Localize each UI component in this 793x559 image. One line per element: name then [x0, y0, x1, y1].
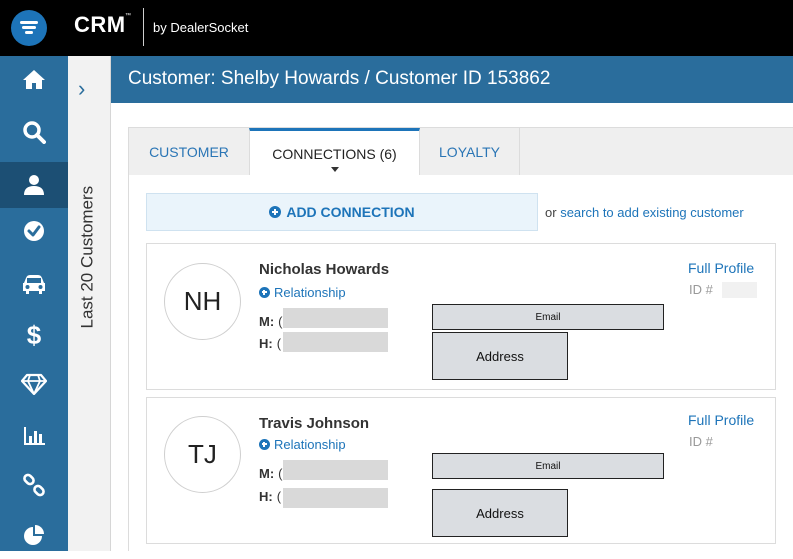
expand-panel-icon[interactable]: ›	[78, 76, 85, 102]
redacted-home	[283, 332, 388, 352]
connection-id-label: ID #	[689, 434, 713, 449]
user-icon	[24, 175, 44, 195]
redacted-home	[283, 488, 388, 508]
avatar: TJ	[164, 416, 241, 493]
redacted-mobile	[283, 308, 388, 328]
tab-connections-label: CONNECTIONS (6)	[272, 145, 397, 162]
tab-loyalty[interactable]: LOYALTY	[420, 128, 520, 176]
nav-reports[interactable]	[0, 413, 68, 459]
dollar-icon: $	[26, 319, 42, 350]
address-field: Address	[432, 489, 568, 537]
page-title: Customer: Shelby Howards / Customer ID 1…	[128, 68, 551, 89]
address-field: Address	[432, 332, 568, 380]
relationship-link[interactable]: Relationship	[259, 437, 346, 452]
connection-card: TJ Travis Johnson Relationship M: ( H: (…	[146, 397, 776, 544]
email-field: Email	[432, 453, 664, 479]
tab-connections[interactable]: CONNECTIONS (6)	[249, 128, 420, 176]
brand-trademark: ™	[125, 13, 131, 19]
tab-loyalty-label: LOYALTY	[439, 144, 500, 160]
mobile-phone-label: M:	[259, 314, 275, 329]
search-existing-text: or search to add existing customer	[545, 205, 744, 220]
connection-id-label: ID #	[689, 282, 713, 297]
full-profile-link[interactable]: Full Profile	[688, 412, 754, 428]
or-label: or	[545, 205, 557, 220]
car-icon	[23, 275, 45, 294]
top-bar: CRM ™ by DealerSocket	[0, 0, 793, 56]
nav-tasks[interactable]	[0, 208, 68, 254]
mobile-phone-label: M:	[259, 466, 275, 481]
nav-inventory[interactable]	[0, 262, 68, 308]
relationship-label: Relationship	[274, 437, 346, 452]
home-icon	[23, 70, 45, 89]
recent-customers-label[interactable]: Last 20 Customers	[78, 186, 102, 329]
relationship-label: Relationship	[274, 285, 346, 300]
mobile-phone: M: (	[259, 314, 283, 329]
connection-name[interactable]: Travis Johnson	[259, 415, 369, 432]
caret-down-icon	[330, 167, 339, 172]
nav-loyalty[interactable]	[0, 361, 68, 407]
nav-customer[interactable]	[0, 162, 68, 208]
page-header: Customer: Shelby Howards / Customer ID 1…	[111, 56, 793, 103]
email-field: Email	[432, 304, 664, 330]
plus-circle-icon	[269, 206, 282, 218]
brand-name: CRM	[74, 12, 126, 37]
plus-circle-icon	[259, 287, 270, 298]
tab-customer-label: CUSTOMER	[149, 144, 229, 160]
connection-card: NH Nicholas Howards Relationship M: ( H:…	[146, 243, 776, 390]
mobile-phone: M: (	[259, 466, 283, 481]
add-connection-label: ADD CONNECTION	[286, 204, 415, 220]
home-phone-value: (	[276, 489, 282, 504]
plus-circle-icon	[259, 439, 270, 450]
search-existing-link[interactable]: search to add existing customer	[560, 205, 744, 220]
home-phone-label: H:	[259, 489, 273, 504]
nav-deals[interactable]: $	[0, 312, 68, 358]
crm-logo-icon[interactable]	[11, 10, 47, 46]
brand-divider	[143, 8, 144, 46]
home-phone-value: (	[276, 336, 282, 351]
link-icon	[23, 473, 45, 497]
bar-chart-icon	[24, 427, 45, 445]
connection-name[interactable]: Nicholas Howards	[259, 261, 389, 278]
search-icon	[23, 121, 46, 144]
home-phone-label: H:	[259, 336, 273, 351]
full-profile-link[interactable]: Full Profile	[688, 260, 754, 276]
redacted-mobile	[283, 460, 388, 480]
tab-customer[interactable]: CUSTOMER	[129, 128, 249, 176]
mobile-phone-value: (	[278, 466, 283, 481]
nav-analytics[interactable]	[0, 513, 68, 559]
home-phone: H: (	[259, 336, 281, 351]
pie-chart-icon	[24, 525, 44, 545]
redacted-id	[722, 282, 757, 298]
tab-bar: CUSTOMER CONNECTIONS (6) LOYALTY	[128, 127, 793, 176]
nav-links[interactable]	[0, 462, 68, 508]
left-nav: $	[0, 56, 68, 551]
add-connection-button[interactable]: ADD CONNECTION	[146, 193, 538, 231]
nav-home[interactable]	[0, 56, 68, 102]
avatar: NH	[164, 263, 241, 340]
nav-search[interactable]	[0, 109, 68, 155]
relationship-link[interactable]: Relationship	[259, 285, 346, 300]
mobile-phone-value: (	[278, 314, 283, 329]
diamond-icon	[21, 373, 47, 395]
recent-customers-panel: › Last 20 Customers	[68, 56, 111, 551]
brand-byline: by DealerSocket	[153, 20, 249, 35]
check-circle-icon	[24, 221, 44, 241]
home-phone: H: (	[259, 489, 281, 504]
